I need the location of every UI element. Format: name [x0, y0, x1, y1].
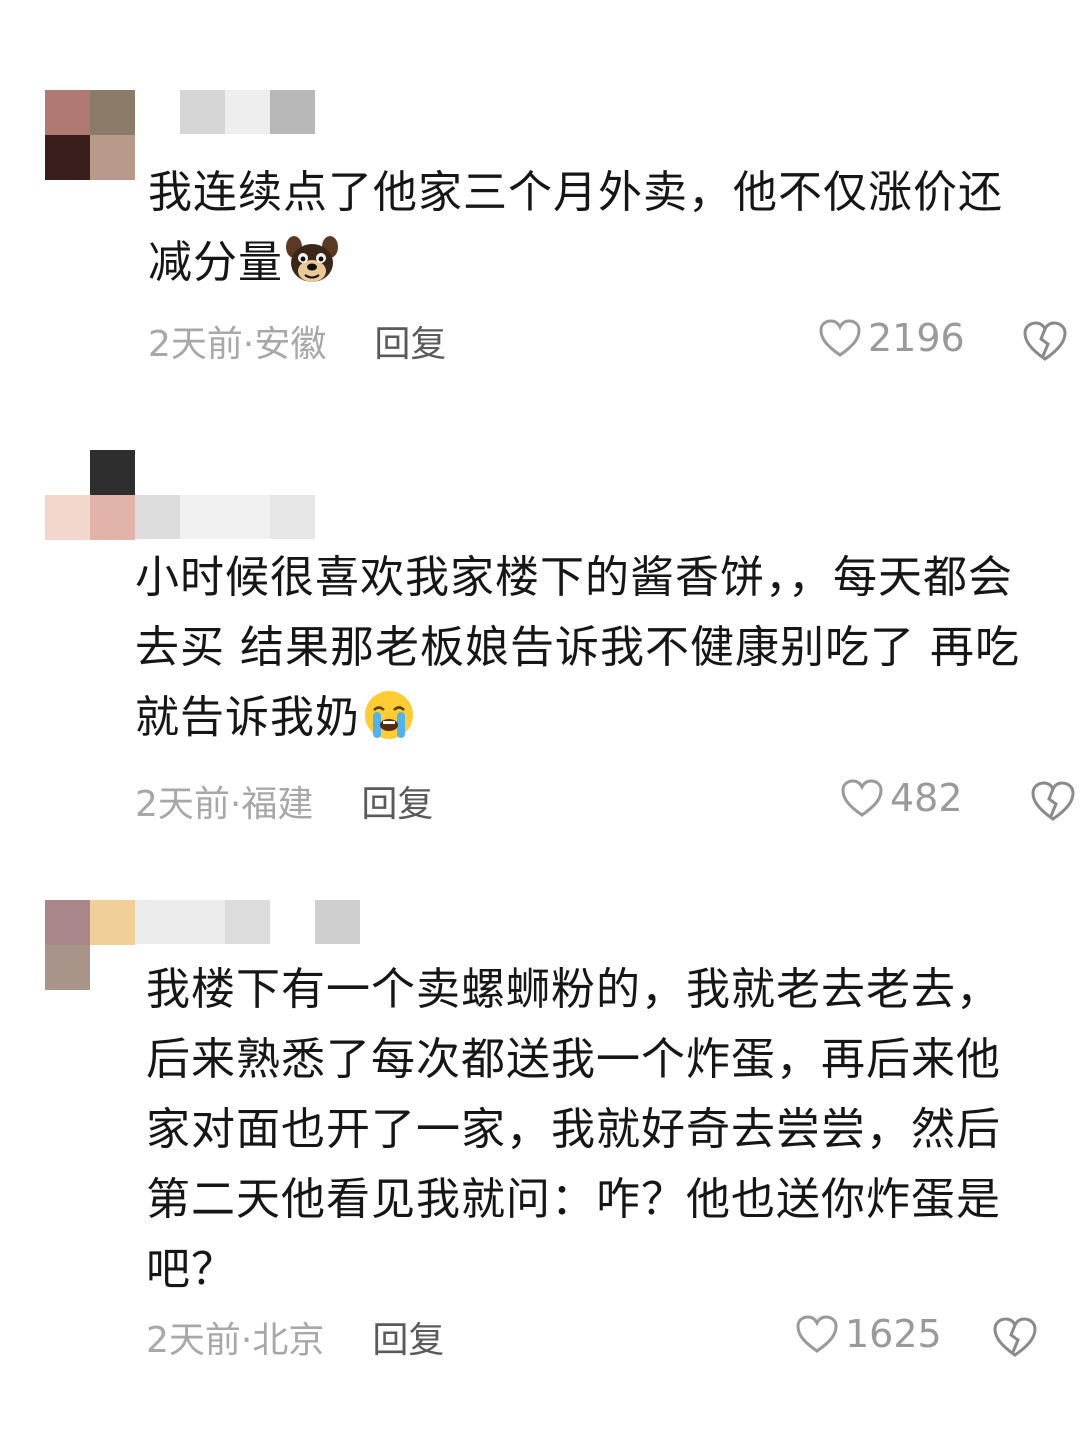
username-blurred[interactable] [135, 900, 360, 944]
like-count: 2196 [868, 316, 965, 360]
username-blurred[interactable] [180, 90, 315, 134]
like-button[interactable]: 2196 [818, 316, 965, 360]
broken-heart-icon [993, 1317, 1037, 1357]
avatar[interactable] [45, 90, 135, 180]
avatar[interactable] [45, 900, 135, 990]
comment-text: 我楼下有一个卖螺蛳粉的，我就老去老去，后来熟悉了每次都送我一个炸蛋，再后来他家对… [146, 955, 1006, 1305]
comment-text: 我连续点了他家三个月外卖，他不仅涨价还减分量 [148, 158, 1038, 298]
comment-meta: 2天前·安徽 回复 [148, 316, 446, 366]
dog-face-emoji [285, 233, 339, 287]
reply-button[interactable]: 回复 [374, 315, 446, 367]
reply-button[interactable]: 回复 [361, 775, 433, 827]
reply-button[interactable]: 回复 [372, 1311, 444, 1363]
loudly-crying-face-emoji [362, 688, 416, 742]
time-location: 2天前·北京 [146, 1320, 325, 1361]
comment-text-content: 我连续点了他家三个月外卖，他不仅涨价还减分量 [148, 167, 1003, 288]
time-location: 2天前·安徽 [148, 324, 327, 365]
comment-meta: 2天前·北京 回复 [146, 1312, 444, 1362]
like-count: 482 [890, 776, 963, 820]
comment-text: 小时候很喜欢我家楼下的酱香饼，，每天都会去买 结果那老板娘告诉我不健康别吃了 再… [135, 543, 1050, 753]
dislike-button[interactable] [1022, 320, 1068, 366]
like-button[interactable]: 1625 [795, 1312, 942, 1356]
avatar[interactable] [45, 450, 135, 540]
username-blurred[interactable] [135, 495, 315, 539]
comment-text-content: 我楼下有一个卖螺蛳粉的，我就老去老去，后来熟悉了每次都送我一个炸蛋，再后来他家对… [146, 964, 1001, 1295]
like-button[interactable]: 482 [840, 776, 963, 820]
heart-outline-icon [796, 1315, 838, 1353]
broken-heart-icon [1023, 321, 1067, 361]
comment-meta: 2天前·福建 回复 [135, 776, 433, 826]
time-location: 2天前·福建 [135, 784, 314, 825]
broken-heart-icon [1031, 781, 1075, 821]
like-count: 1625 [845, 1312, 942, 1356]
heart-outline-icon [819, 319, 861, 357]
comment-text-content: 小时候很喜欢我家楼下的酱香饼，，每天都会去买 结果那老板娘告诉我不健康别吃了 再… [135, 552, 1020, 743]
dislike-button[interactable] [1030, 780, 1076, 826]
dislike-button[interactable] [992, 1316, 1038, 1362]
heart-outline-icon [841, 779, 883, 817]
